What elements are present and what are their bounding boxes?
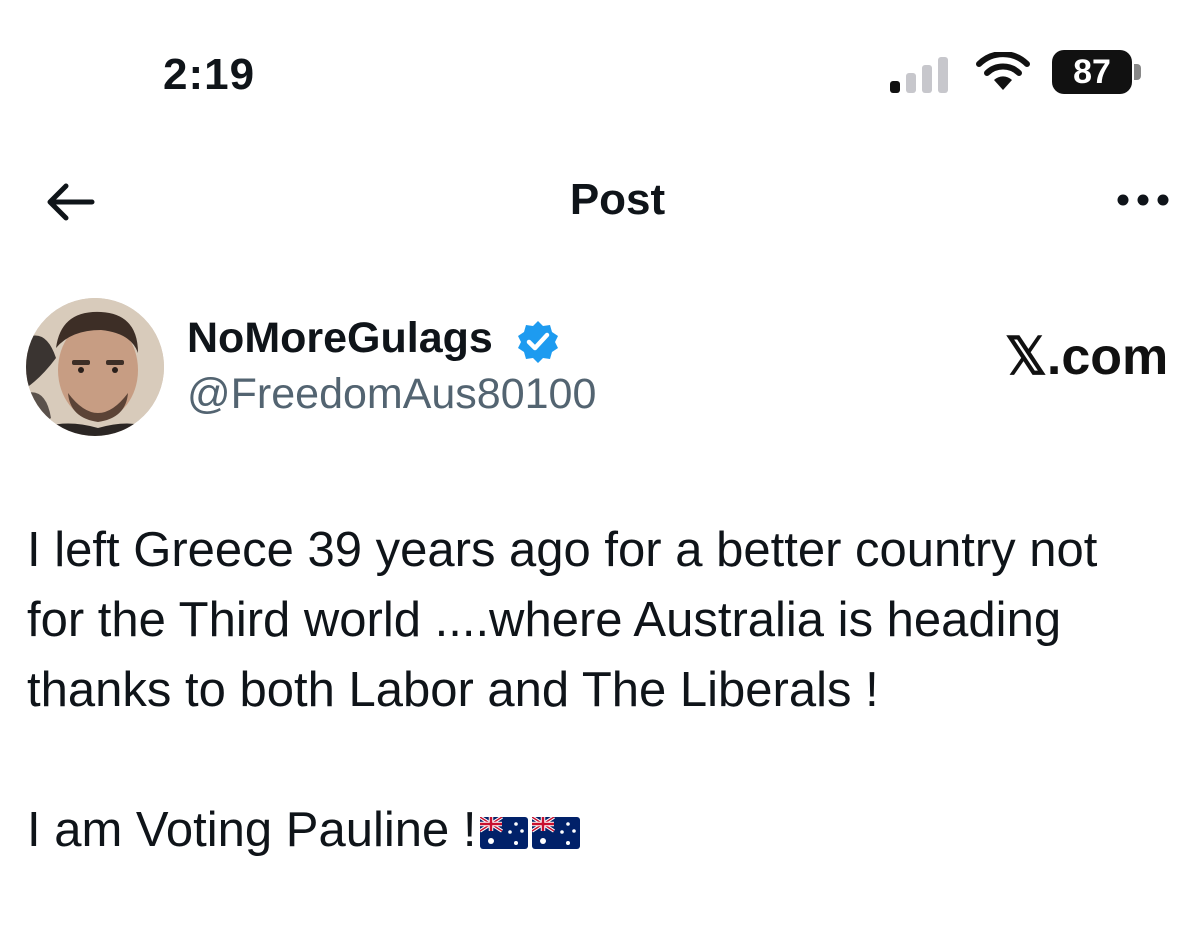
- post-text: I left Greece 39 years ago for a better …: [27, 515, 1187, 865]
- battery-icon: 87: [1052, 50, 1142, 94]
- post-line: for the Third world ....where Australia …: [27, 593, 1062, 647]
- post-paragraph-gap: [27, 725, 1187, 795]
- avatar[interactable]: [26, 298, 164, 436]
- author-display-name[interactable]: NoMoreGulags: [187, 314, 493, 363]
- australia-flag-icon: [480, 817, 529, 850]
- post-line: thanks to both Labor and The Liberals !: [27, 663, 879, 717]
- watermark-x-com: 𝕏.com: [1005, 328, 1169, 386]
- wifi-icon: [976, 52, 1030, 90]
- battery-level: 87: [1052, 50, 1132, 94]
- post-line: I am Voting Pauline !: [27, 803, 477, 857]
- post-line: I left Greece 39 years ago for a better …: [27, 523, 1098, 577]
- more-horizontal-icon[interactable]: [1113, 185, 1173, 215]
- australia-flag-icon: [532, 817, 581, 850]
- status-time: 2:19: [163, 50, 256, 99]
- status-bar: 2:19 87: [0, 0, 1200, 130]
- page-title: Post: [569, 175, 666, 224]
- post-line-last: I am Voting Pauline !: [27, 795, 1187, 865]
- battery-tip: [1134, 64, 1141, 80]
- avatar-photo: [26, 298, 164, 436]
- nav-bar: Post: [0, 165, 1200, 245]
- cellular-signal-icon: [890, 57, 948, 93]
- author-handle[interactable]: @FreedomAus80100: [187, 370, 596, 419]
- verified-badge-icon: [518, 321, 558, 363]
